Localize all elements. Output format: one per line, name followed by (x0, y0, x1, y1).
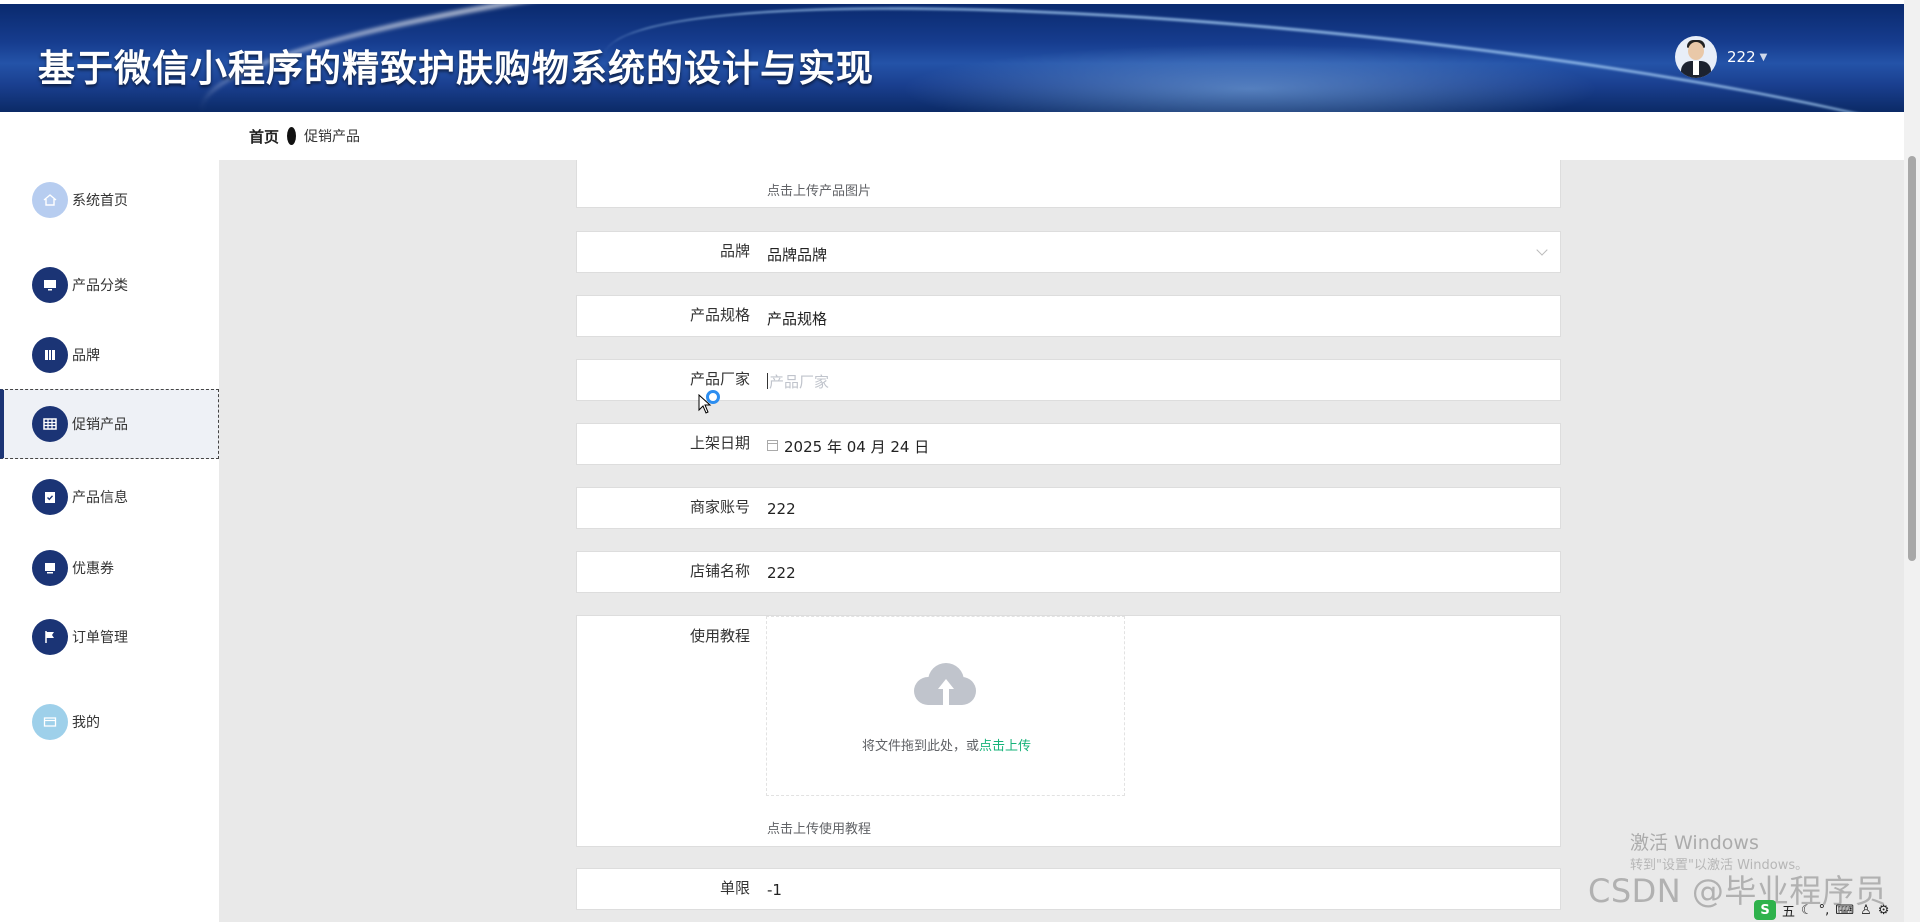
sidebar-item-promotion[interactable]: 促销产品 (0, 389, 219, 459)
product-image-row: 点击上传产品图片 (576, 160, 1561, 208)
brand-label: 品牌 (719, 242, 750, 260)
tutorial-label: 使用教程 (689, 627, 750, 645)
sidebar-item-label: 我的 (72, 715, 100, 731)
breadcrumb-current: 促销产品 (304, 129, 361, 145)
shop-label: 店铺名称 (689, 562, 750, 580)
ime-logo-icon[interactable]: S (1754, 900, 1776, 920)
sidebar-item-orders[interactable]: 订单管理 (0, 602, 219, 672)
limit-row: 单限 -1 (576, 868, 1561, 910)
limit-input[interactable]: -1 (767, 881, 782, 899)
grid-icon (32, 406, 68, 442)
shirt-icon[interactable]: ♙ (1860, 903, 1872, 918)
flag-icon (32, 619, 68, 655)
spec-input[interactable]: 产品规格 (767, 308, 827, 329)
date-row: 上架日期 2025 年 04 月 24 日 (576, 423, 1561, 465)
caret-down-icon[interactable]: ▼ (1760, 52, 1768, 63)
card-icon (32, 704, 68, 740)
sidebar-item-label: 产品分类 (72, 278, 128, 294)
sidebar-item-home[interactable]: 系统首页 (0, 165, 219, 235)
merchant-input[interactable]: 222 (767, 500, 796, 518)
tutorial-upload-hint[interactable]: 点击上传使用教程 (767, 818, 871, 837)
header-decoration (900, 44, 1600, 112)
date-input[interactable]: 2025 年 04 月 24 日 (767, 436, 929, 457)
sidebar-item-mine[interactable]: 我的 (0, 687, 219, 757)
merchant-label: 商家账号 (689, 498, 750, 516)
punctuation-icon[interactable]: °, (1819, 903, 1830, 918)
system-tray: S 五 ☾ °, ⌨ ♙ ⚙ (1754, 898, 1920, 922)
limit-label: 单限 (719, 879, 750, 897)
brand-row: 品牌 品牌品牌 (576, 231, 1561, 273)
sidebar: 系统首页 产品分类 品牌 促销产品 产品信息 优惠券 订单管理 我的 (0, 112, 219, 922)
app-title: 基于微信小程序的精致护肤购物系统的设计与实现 (38, 47, 874, 90)
sidebar-item-label: 优惠券 (72, 561, 114, 577)
breadcrumb: 首页 促销产品 (219, 112, 1904, 160)
dropzone-text: 将文件拖到此处，或点击上传 (767, 735, 1126, 754)
clipboard-icon (32, 479, 68, 515)
main-content: 点击上传产品图片 品牌 品牌品牌 产品规格 产品规格 产品厂家 产品厂家 上架日… (219, 160, 1904, 922)
merchant-row: 商家账号 222 (576, 487, 1561, 529)
spec-row: 产品规格 产品规格 (576, 295, 1561, 337)
avatar[interactable] (1675, 36, 1717, 78)
maker-placeholder: 产品厂家 (769, 373, 830, 391)
date-value: 2025 年 04 月 24 日 (784, 438, 930, 456)
sidebar-item-product-info[interactable]: 产品信息 (0, 462, 219, 532)
image-upload-hint[interactable]: 点击上传产品图片 (767, 180, 871, 199)
keyboard-icon[interactable]: ⌨ (1835, 903, 1854, 918)
monitor-icon (32, 267, 68, 303)
tutorial-row: 使用教程 将文件拖到此处，或点击上传 点击上传使用教程 (576, 615, 1561, 847)
tools-icon[interactable]: ⚙ (1878, 903, 1890, 918)
sidebar-item-label: 品牌 (72, 348, 100, 364)
ticket-icon (32, 550, 68, 586)
book-icon (32, 337, 68, 373)
calendar-icon (767, 440, 778, 451)
breadcrumb-home[interactable]: 首页 (249, 126, 279, 147)
scrollbar-thumb[interactable] (1908, 156, 1916, 561)
maker-row: 产品厂家 产品厂家 (576, 359, 1561, 401)
ime-mode[interactable]: 五 (1782, 901, 1795, 920)
sidebar-item-label: 系统首页 (72, 193, 128, 209)
sidebar-item-label: 产品信息 (72, 490, 128, 506)
moon-icon[interactable]: ☾ (1801, 903, 1813, 918)
shop-input[interactable]: 222 (767, 564, 796, 582)
spec-label: 产品规格 (689, 306, 750, 324)
tutorial-dropzone[interactable]: 将文件拖到此处，或点击上传 (766, 616, 1125, 796)
brand-select[interactable]: 品牌品牌 (767, 244, 827, 265)
chevron-down-icon[interactable] (1536, 244, 1548, 256)
sidebar-item-brand[interactable]: 品牌 (0, 320, 219, 390)
dropzone-instruction: 将文件拖到此处，或 (861, 739, 979, 754)
mouse-pointer-icon (698, 390, 720, 418)
windows-activation-watermark: 激活 Windows (1630, 832, 1759, 854)
app-header: 基于微信小程序的精致护肤购物系统的设计与实现 222 ▼ (0, 4, 1904, 112)
shop-row: 店铺名称 222 (576, 551, 1561, 593)
user-menu[interactable]: 222 ▼ (1675, 36, 1767, 78)
dropzone-upload-link[interactable]: 点击上传 (979, 739, 1031, 754)
cloud-upload-icon (914, 661, 976, 707)
maker-label: 产品厂家 (689, 370, 750, 388)
sidebar-item-label: 促销产品 (72, 417, 128, 433)
maker-input[interactable]: 产品厂家 (767, 371, 829, 392)
breadcrumb-separator-icon (287, 127, 297, 145)
user-name[interactable]: 222 (1727, 48, 1756, 66)
date-label: 上架日期 (689, 434, 750, 452)
sidebar-item-coupon[interactable]: 优惠券 (0, 533, 219, 603)
page-scrollbar[interactable] (1904, 0, 1920, 922)
sidebar-item-label: 订单管理 (72, 630, 128, 646)
sidebar-item-product-category[interactable]: 产品分类 (0, 250, 219, 320)
home-icon (32, 182, 68, 218)
